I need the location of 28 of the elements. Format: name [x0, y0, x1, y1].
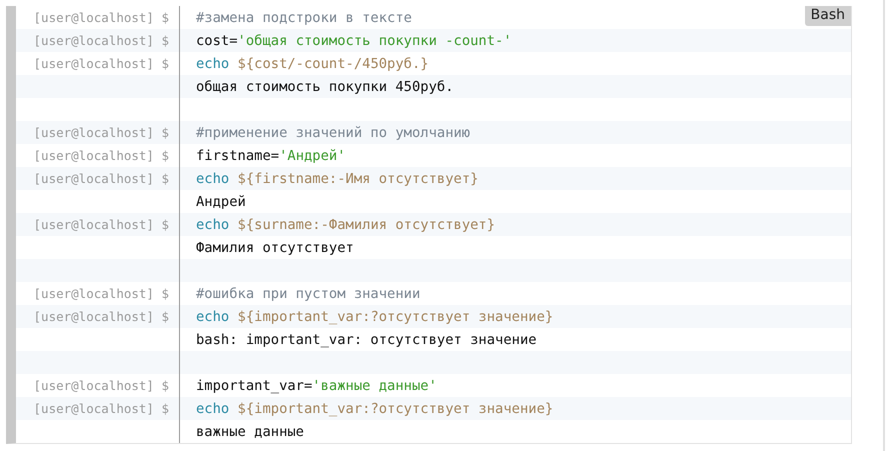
code-line: Андрей — [196, 194, 246, 210]
shell-prompt: [user@localhost] $ — [34, 148, 169, 163]
shell-prompt: [user@localhost] $ — [34, 378, 169, 393]
shell-prompt: [user@localhost] $ — [34, 217, 169, 232]
code-line: firstname='Андрей' — [196, 148, 346, 164]
shell-prompt: [user@localhost] $ — [34, 10, 169, 25]
shell-prompt: [user@localhost] $ — [34, 286, 169, 301]
code-line: #замена подстроки в тексте — [196, 10, 412, 26]
code-line: echo ${firstname:-Имя отсутствует} — [196, 170, 478, 186]
code-line: Фамилия отсутствует — [196, 240, 354, 256]
code-line: cost='общая стоимость покупки -count-' — [196, 32, 512, 48]
code-line: echo ${cost/-count-/450руб.} — [196, 56, 429, 72]
language-label: Bash — [804, 6, 851, 26]
shell-prompt: [user@localhost] $ — [34, 33, 169, 48]
code-line: #ошибка при пустом значении — [196, 286, 420, 302]
shell-prompt: [user@localhost] $ — [34, 56, 169, 71]
code-line: общая стоимость покупки 450руб. — [196, 78, 454, 94]
shell-prompt: [user@localhost] $ — [34, 309, 169, 324]
code-line: important_var='важные данные' — [196, 378, 437, 394]
code-line: echo ${surname:-Фамилия отсутствует} — [196, 216, 496, 232]
shell-prompt: [user@localhost] $ — [34, 125, 169, 140]
code-line: bash: important_var: отсутствует значение — [196, 332, 537, 348]
code-line: echo ${important_var:?отсутствует значение} — [196, 400, 554, 416]
code-line: важные данные — [196, 424, 304, 440]
shell-prompt: [user@localhost] $ — [34, 401, 169, 416]
code-line: echo ${important_var:?отсутствует значение} — [196, 308, 554, 324]
shell-prompt: [user@localhost] $ — [34, 171, 169, 186]
code-line: #применение значений по умолчанию — [196, 124, 470, 140]
